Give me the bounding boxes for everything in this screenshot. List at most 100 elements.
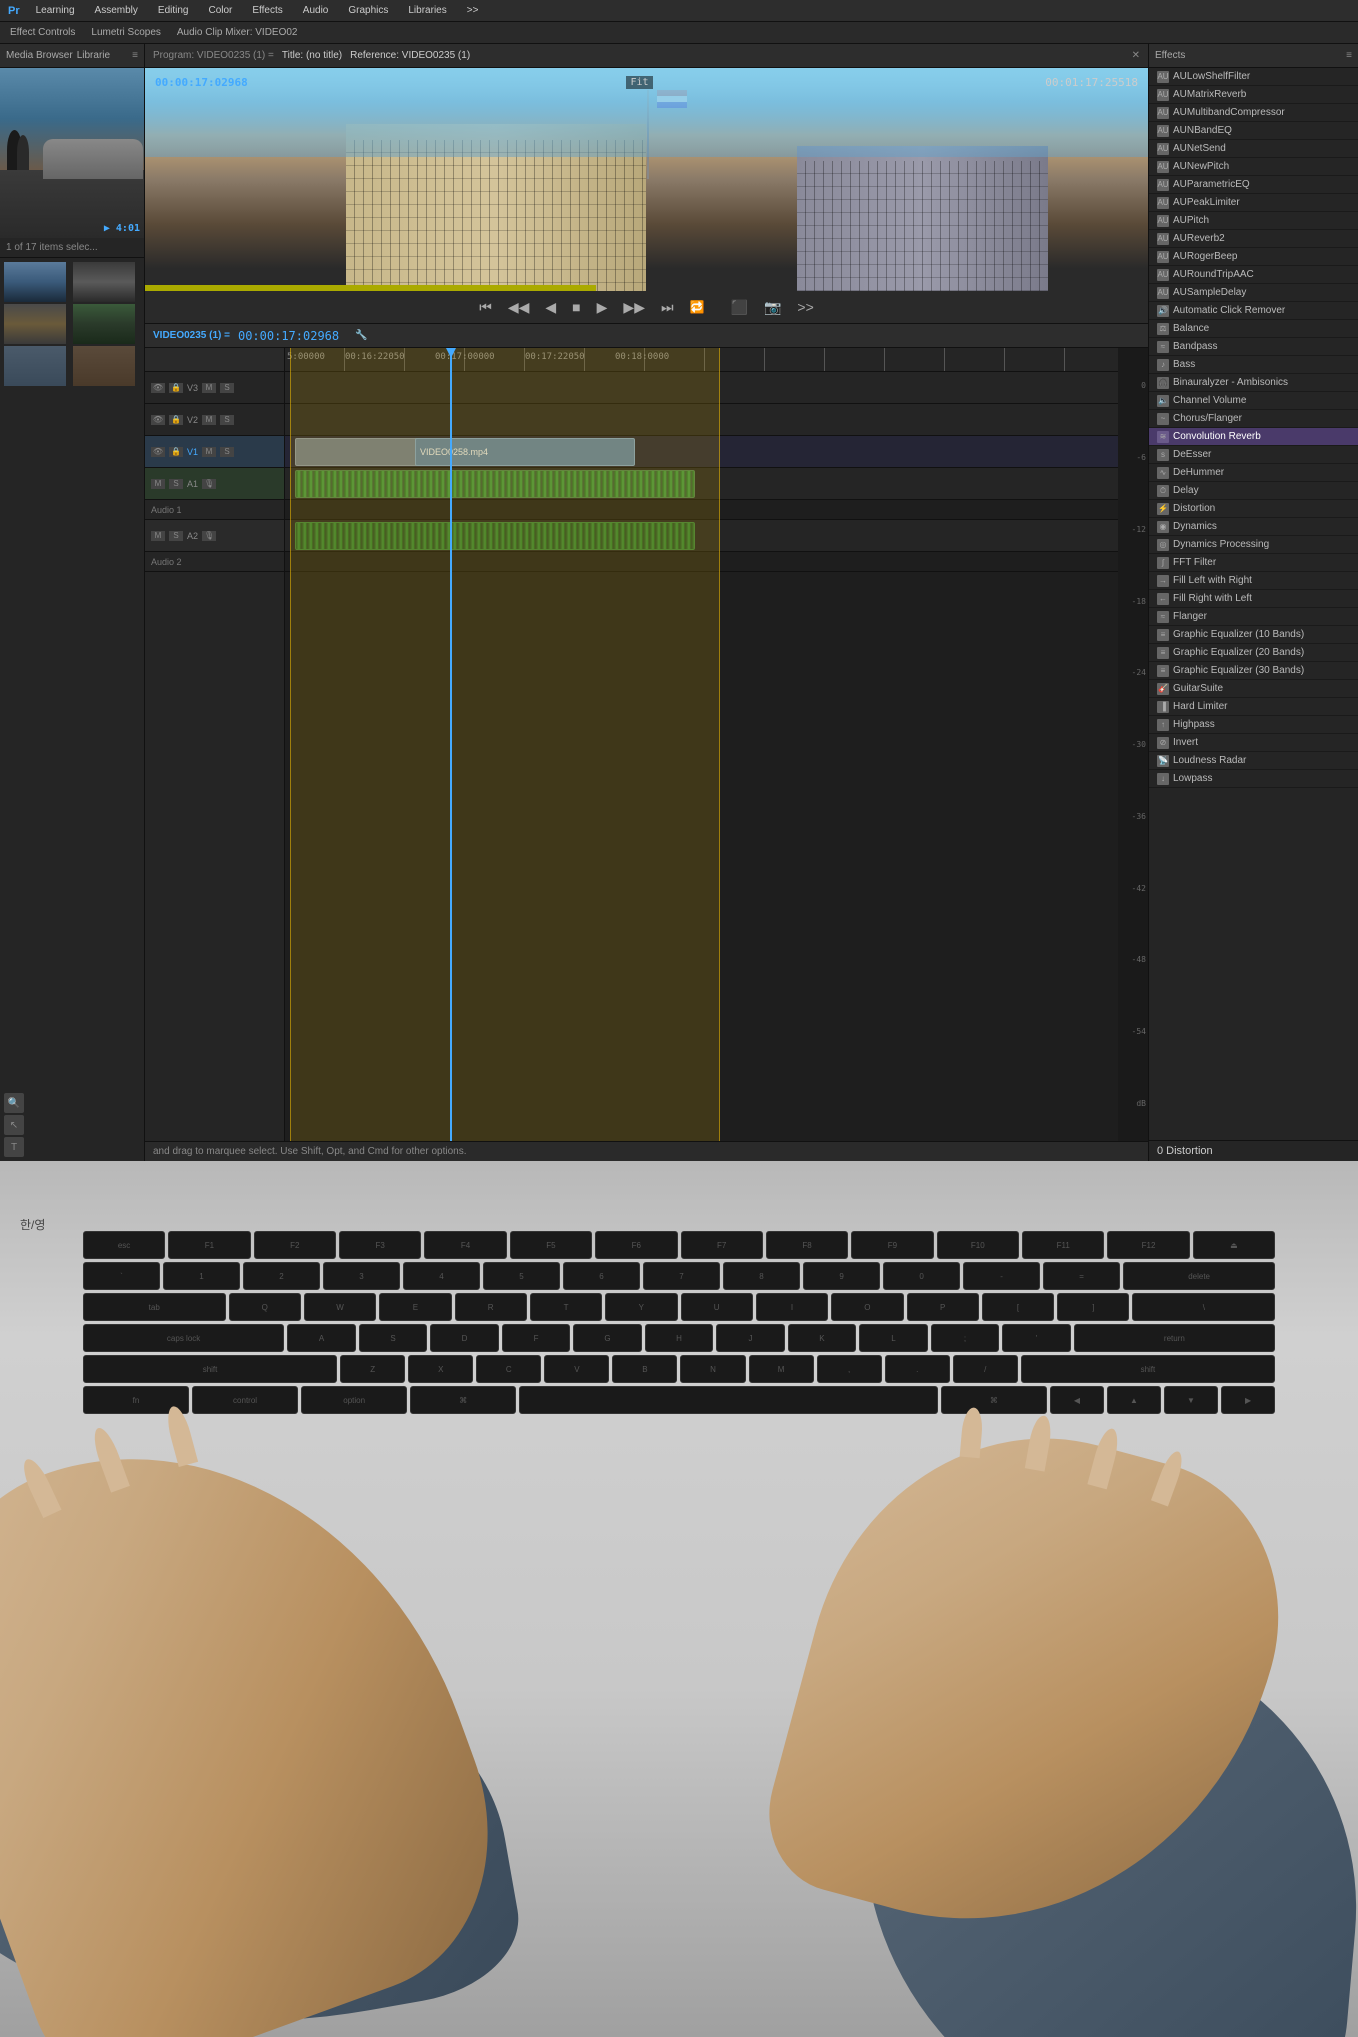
menu-editing[interactable]: Editing [154,3,193,18]
effect-bass[interactable]: ♪ Bass [1149,356,1358,374]
thumb-2[interactable] [73,262,135,302]
key-q[interactable]: Q [229,1293,301,1321]
effect-flanger[interactable]: ≈ Flanger [1149,608,1358,626]
key-1[interactable]: 1 [163,1262,240,1290]
thumb-6[interactable] [73,346,135,386]
btn-to-end[interactable]: ⏭ [657,297,678,318]
effect-lowpass[interactable]: ↓ Lowpass [1149,770,1358,788]
btn-more[interactable]: >> [793,297,817,317]
menu-learning[interactable]: Learning [32,3,79,18]
btn-stop[interactable]: ■ [568,297,584,317]
key-t[interactable]: T [530,1293,602,1321]
effect-aumultibandcompressor[interactable]: AU AUMultibandCompressor [1149,104,1358,122]
effect-aurogerbeep[interactable]: AU AURogerBeep [1149,248,1358,266]
effect-graphic-eq-30[interactable]: ≡ Graphic Equalizer (30 Bands) [1149,662,1358,680]
effect-guitarsuite[interactable]: 🎸 GuitarSuite [1149,680,1358,698]
menu-audio[interactable]: Audio [299,3,333,18]
key-f9[interactable]: F9 [851,1231,933,1259]
thumb-3[interactable] [4,304,66,344]
key-y[interactable]: Y [605,1293,677,1321]
btn-mark[interactable]: ⬛ [727,297,752,318]
effect-binauralyzer[interactable]: 🎧 Binauralyzer - Ambisonics [1149,374,1358,392]
btn-loop[interactable]: 🔁 [686,298,709,316]
effect-fill-right-left[interactable]: ← Fill Right with Left [1149,590,1358,608]
effect-aureverb2[interactable]: AU AUReverb2 [1149,230,1358,248]
playhead[interactable] [450,348,452,1141]
fit-dropdown[interactable]: Fit [626,76,652,89]
key-f4[interactable]: F4 [424,1231,506,1259]
tool-search[interactable]: 🔍 [4,1093,24,1113]
btn-play-fwd[interactable]: ▶▶ [619,297,649,318]
thumb-1[interactable] [4,262,66,302]
key-tab[interactable]: tab [83,1293,226,1321]
effect-delay[interactable]: ⏱ Delay [1149,482,1358,500]
btn-step-back[interactable]: ◀◀ [504,297,534,318]
effect-hard-limiter[interactable]: ▐ Hard Limiter [1149,698,1358,716]
panel-close-btn[interactable]: ✕ [1132,50,1140,61]
effect-aunbandeq[interactable]: AU AUNBandEQ [1149,122,1358,140]
effect-channel-volume[interactable]: 🔈 Channel Volume [1149,392,1358,410]
effect-balance[interactable]: ⚖ Balance [1149,320,1358,338]
key-o[interactable]: O [831,1293,903,1321]
thumb-4[interactable] [73,304,135,344]
effect-aunetsend[interactable]: AU AUNetSend [1149,140,1358,158]
key-f3[interactable]: F3 [339,1231,421,1259]
v2-sync[interactable]: M [202,415,216,425]
key-f11[interactable]: F11 [1022,1231,1104,1259]
key-3[interactable]: 3 [323,1262,400,1290]
v2-lock[interactable]: 🔒 [169,415,183,425]
effect-invert[interactable]: ⊘ Invert [1149,734,1358,752]
v1-lock[interactable]: 🔒 [169,447,183,457]
key-f1[interactable]: F1 [168,1231,250,1259]
btn-play[interactable]: ▶ [593,297,612,318]
effect-aulowshelffilter[interactable]: AU AULowShelfFilter [1149,68,1358,86]
key-f2[interactable]: F2 [254,1231,336,1259]
key-u[interactable]: U [681,1293,753,1321]
key-6[interactable]: 6 [563,1262,640,1290]
key-8[interactable]: 8 [723,1262,800,1290]
effect-aupeaklimiter[interactable]: AU AUPeakLimiter [1149,194,1358,212]
key-backspace[interactable]: delete [1123,1262,1275,1290]
menu-graphics[interactable]: Graphics [344,3,392,18]
key-f5[interactable]: F5 [510,1231,592,1259]
effect-auroundtripaac[interactable]: AU AURoundTripAAC [1149,266,1358,284]
effect-aunewpitch[interactable]: AU AUNewPitch [1149,158,1358,176]
btn-play-back[interactable]: ◀ [541,297,560,318]
key-7[interactable]: 7 [643,1262,720,1290]
key-w[interactable]: W [304,1293,376,1321]
effect-loudness-radar[interactable]: 📡 Loudness Radar [1149,752,1358,770]
a1-mute[interactable]: M [151,479,165,489]
a2-mute[interactable]: M [151,531,165,541]
btn-to-start[interactable]: ⏮ [475,297,496,318]
effect-automatic-click-remover[interactable]: 🔊 Automatic Click Remover [1149,302,1358,320]
effect-aupitch[interactable]: AU AUPitch [1149,212,1358,230]
menu-more[interactable]: >> [463,3,483,18]
key-f12[interactable]: F12 [1107,1231,1189,1259]
key-f7[interactable]: F7 [681,1231,763,1259]
key-e[interactable]: E [379,1293,451,1321]
menu-color[interactable]: Color [204,3,236,18]
key-rbracket[interactable]: ] [1057,1293,1129,1321]
effect-dynamics[interactable]: ◉ Dynamics [1149,518,1358,536]
v1-solo[interactable]: S [220,447,234,457]
key-f8[interactable]: F8 [766,1231,848,1259]
a1-solo[interactable]: S [169,479,183,489]
key-equals[interactable]: = [1043,1262,1120,1290]
effect-distortion[interactable]: ⚡ Distortion [1149,500,1358,518]
key-i[interactable]: I [756,1293,828,1321]
v2-toggle[interactable]: 👁 [151,415,165,425]
a1-mic[interactable]: 🎙 [202,479,216,489]
panel-menu-btn[interactable]: ≡ [132,50,138,61]
key-0[interactable]: 0 [883,1262,960,1290]
effect-deesser[interactable]: s DeEsser [1149,446,1358,464]
effect-dehummer[interactable]: ∿ DeHummer [1149,464,1358,482]
key-minus[interactable]: - [963,1262,1040,1290]
key-4[interactable]: 4 [403,1262,480,1290]
effect-highpass[interactable]: ↑ Highpass [1149,716,1358,734]
key-f10[interactable]: F10 [937,1231,1019,1259]
v3-sync[interactable]: M [202,383,216,393]
v3-lock[interactable]: 🔒 [169,383,183,393]
v3-toggle[interactable]: 👁 [151,383,165,393]
v3-solo[interactable]: S [220,383,234,393]
effect-convolution-reverb[interactable]: ≋ Convolution Reverb [1149,428,1358,446]
